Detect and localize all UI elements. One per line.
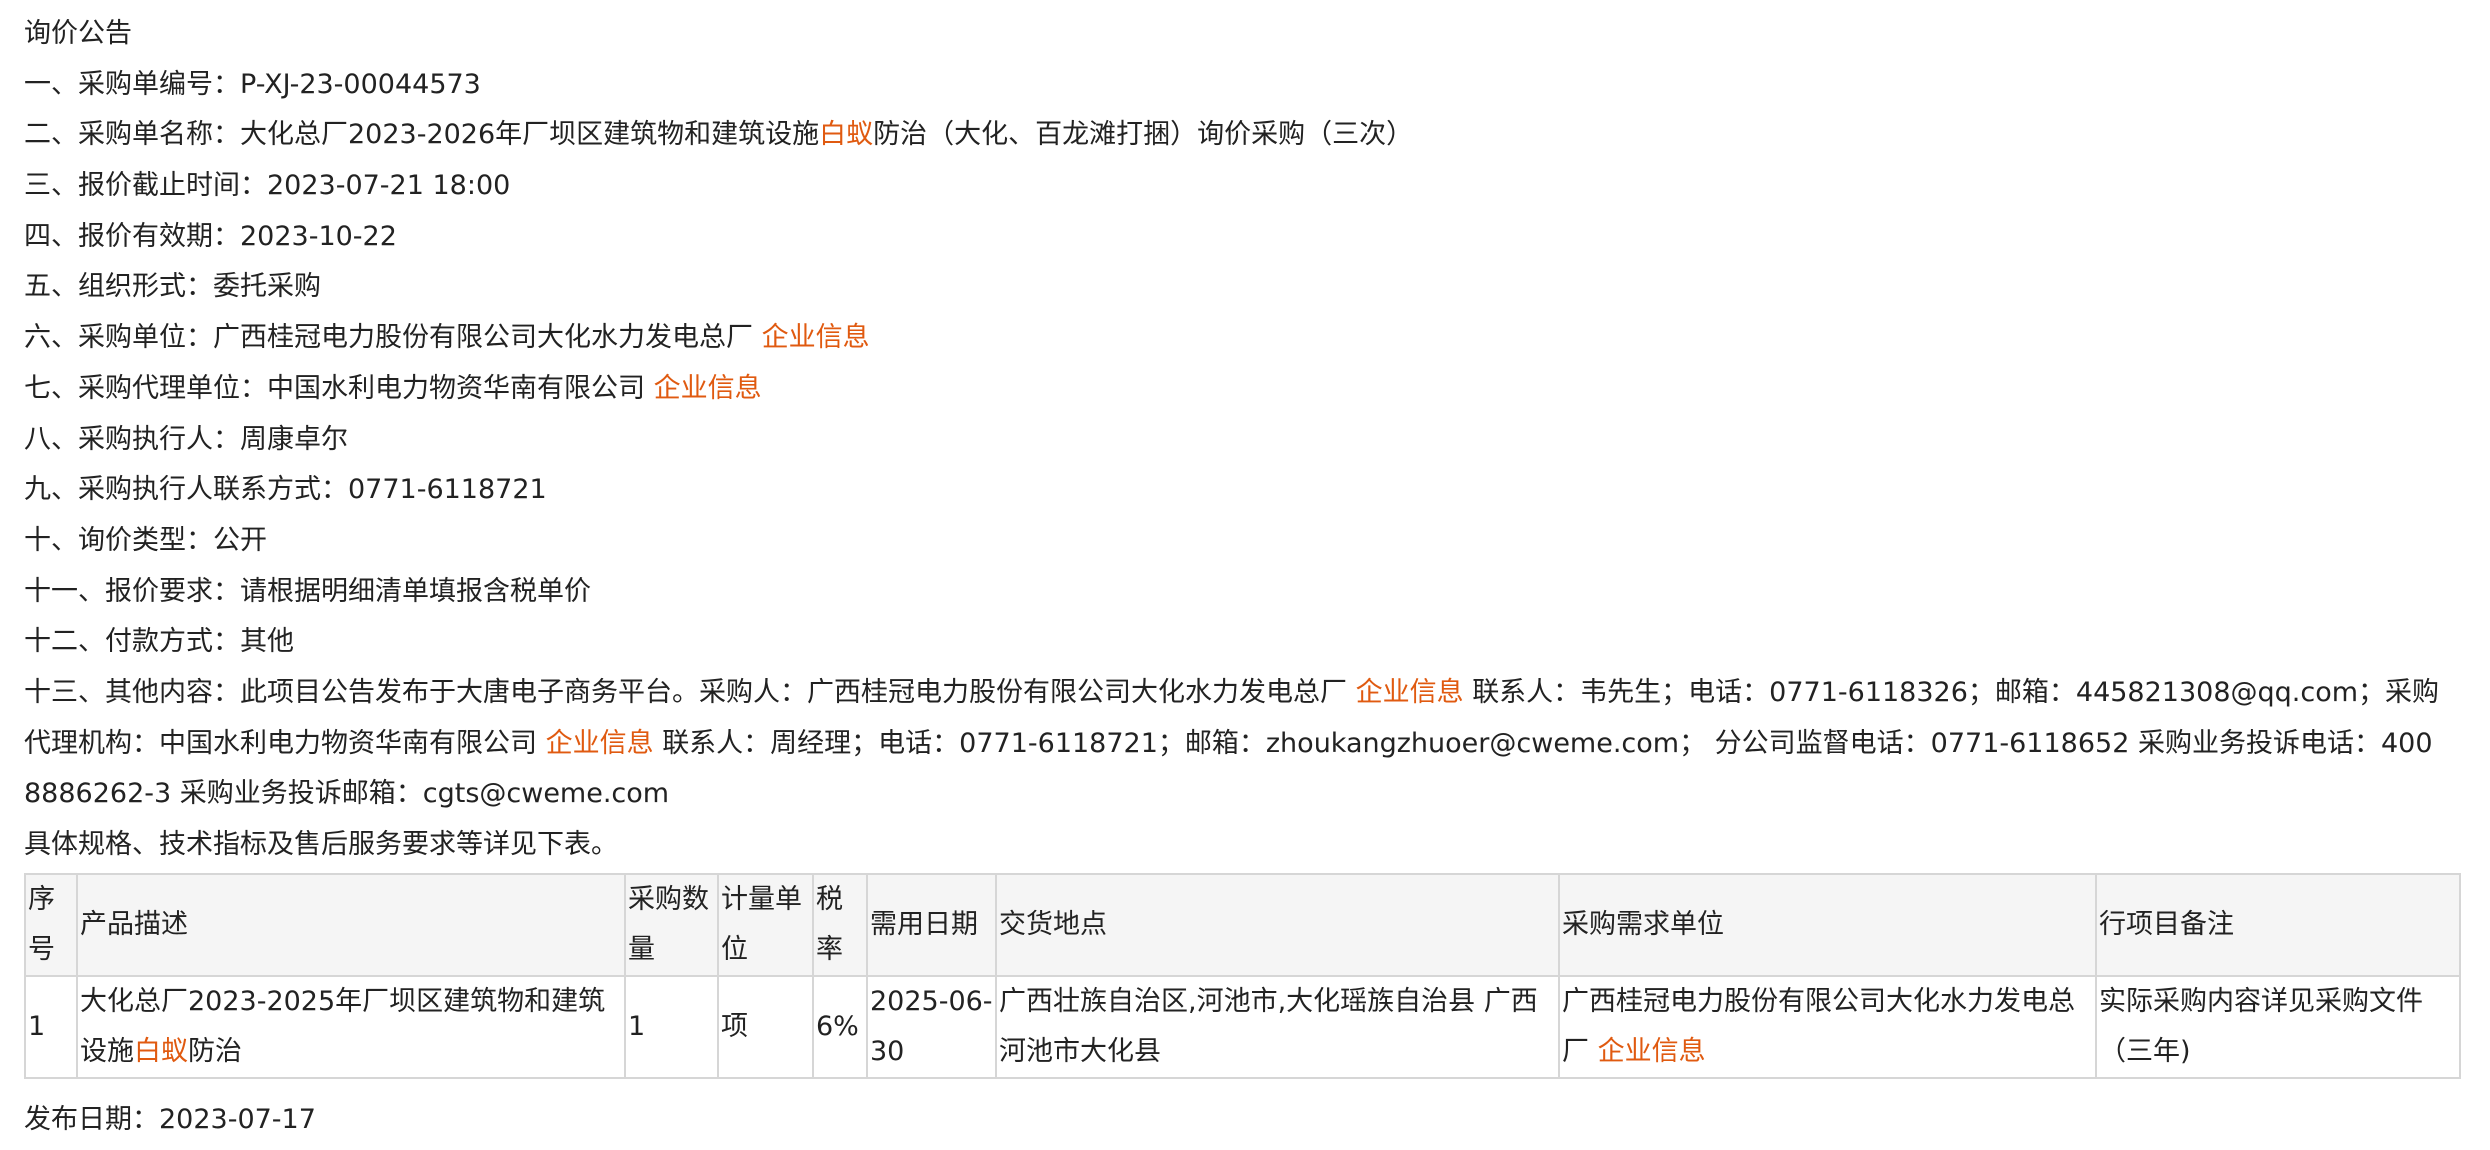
field-inquiry-type: 十、询价类型：公开 [24, 524, 267, 556]
cell-qty: 1 [624, 974, 719, 1079]
field-payment-method: 十二、付款方式：其他 [24, 626, 294, 658]
announcement-page: 询价公告 一、采购单编号：P-XJ-23-00044573 二、采购单名称：大化… [0, 0, 2490, 1145]
header-dept: 采购需求单位 [1558, 872, 2097, 977]
purchaser-text: 六、采购单位：广西桂冠电力股份有限公司大化水力发电总厂 [24, 322, 753, 354]
field-executor-contact: 九、采购执行人联系方式：0771-6118721 [24, 474, 547, 506]
cell-remark: 实际采购内容详见采购文件（三年) [2095, 974, 2461, 1079]
cell-desc: 大化总厂2023-2025年厂坝区建筑物和建筑设施白蚁防治 [76, 974, 626, 1079]
field-validity: 四、报价有效期：2023-10-22 [24, 220, 397, 252]
other-agent-company-info-link[interactable]: 企业信息 [546, 728, 654, 759]
field-organization-form: 五、组织形式：委托采购 [24, 271, 321, 303]
header-remark: 行项目备注 [2095, 872, 2461, 977]
purchaser-company-info-link[interactable]: 企业信息 [762, 322, 870, 353]
other-content-part1: 十三、其他内容：此项目公告发布于大唐电子商务平台。采购人：广西桂冠电力股份有限公… [24, 676, 1347, 708]
order-name-text: 二、采购单名称：大化总厂2023-2026年厂坝区建筑物和建筑设施 [24, 119, 820, 151]
header-seq: 序号 [24, 872, 78, 977]
header-unit: 计量单位 [717, 872, 814, 977]
header-date: 需用日期 [866, 872, 997, 977]
field-agent: 七、采购代理单位：中国水利电力物资华南有限公司 企业信息 [24, 364, 2466, 415]
header-place: 交货地点 [995, 872, 1560, 977]
field-quote-requirement: 十一、报价要求：请根据明细清单填报含税单价 [24, 575, 591, 607]
table-row: 1 大化总厂2023-2025年厂坝区建筑物和建筑设施白蚁防治 1 项 6% 2… [24, 974, 2461, 1079]
cell-place: 广西壮族自治区,河池市,大化瑶族自治县 广西河池市大化县 [995, 974, 1560, 1079]
item-table: 序号 产品描述 采购数量 计量单位 税率 需用日期 交货地点 采购需求单位 行项… [24, 872, 2461, 1079]
field-purchaser: 六、采购单位：广西桂冠电力股份有限公司大化水力发电总厂 企业信息 [24, 313, 2466, 364]
cell-seq: 1 [24, 974, 78, 1079]
agent-company-info-link[interactable]: 企业信息 [654, 373, 762, 404]
order-name-highlight: 白蚁 [819, 119, 874, 151]
cell-tax: 6% [812, 974, 868, 1079]
cell-dept: 广西桂冠电力股份有限公司大化水力发电总厂 企业信息 [1558, 974, 2097, 1079]
desc-text-end: 防治 [188, 1035, 242, 1067]
field-order-name: 二、采购单名称：大化总厂2023-2026年厂坝区建筑物和建筑设施白蚁防治（大化… [24, 110, 2466, 161]
page-title: 询价公告 [24, 18, 132, 49]
header-desc: 产品描述 [76, 872, 626, 977]
other-purchaser-company-info-link[interactable]: 企业信息 [1356, 677, 1464, 708]
header-tax: 税率 [812, 872, 868, 977]
header-qty: 采购数量 [624, 872, 719, 977]
desc-highlight: 白蚁 [134, 1035, 188, 1067]
agent-text: 七、采购代理单位：中国水利电力物资华南有限公司 [24, 372, 645, 404]
table-header-row: 序号 产品描述 采购数量 计量单位 税率 需用日期 交货地点 采购需求单位 行项… [24, 872, 2461, 977]
cell-date: 2025-06-30 [866, 974, 997, 1079]
field-order-number: 一、采购单编号：P-XJ-23-00044573 [24, 68, 481, 100]
order-name-text-end: 防治（大化、百龙滩打捆）询价采购（三次） [873, 119, 1414, 151]
field-other-content: 十三、其他内容：此项目公告发布于大唐电子商务平台。采购人：广西桂冠电力股份有限公… [24, 668, 2444, 820]
cell-unit: 项 [717, 974, 814, 1079]
field-executor: 八、采购执行人：周康卓尔 [24, 423, 348, 455]
field-deadline: 三、报价截止时间：2023-07-21 18:00 [24, 170, 511, 202]
spec-note: 具体规格、技术指标及售后服务要求等详见下表。 [24, 829, 618, 861]
publish-date: 发布日期：2023-07-17 [24, 1103, 316, 1135]
dept-company-info-link[interactable]: 企业信息 [1598, 1036, 1706, 1067]
